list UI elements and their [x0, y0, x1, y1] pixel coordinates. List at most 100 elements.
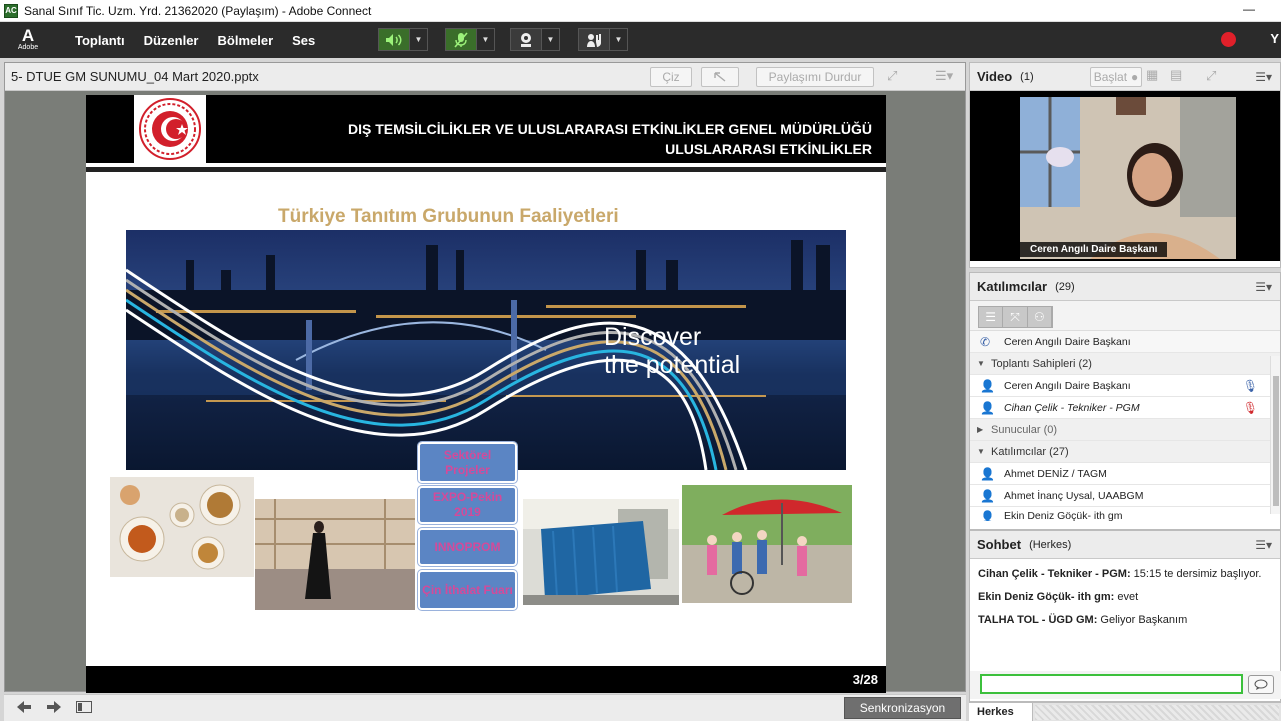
- turkish-delights-photo: [110, 477, 254, 577]
- webcam-button[interactable]: [510, 28, 542, 51]
- attendees-pod-menu-icon[interactable]: ☰▾: [1255, 280, 1272, 294]
- chat-text: evet: [1117, 591, 1139, 603]
- share-pod-header: 5- DTUE GM SUNUMU_04 Mart 2020.pptx Çiz …: [5, 63, 965, 91]
- attendees-scrollbar[interactable]: [1270, 356, 1280, 514]
- attendee-row[interactable]: 👤 Ekin Deniz Göçük- ith gm: [970, 507, 1280, 521]
- attendee-name: Ceren Angılı Daire Başkanı: [1004, 379, 1131, 392]
- section-presenters[interactable]: ▶ Sunucular (0): [970, 419, 1280, 441]
- arrow-right-icon: [47, 701, 61, 713]
- chat-messages: Cihan Çelik - Tekniker - PGM: 15:15 te d…: [970, 559, 1280, 663]
- ministry-emblem: [134, 95, 206, 163]
- attendees-pod: Katılımcılar (29) ☰▾ ☰ ⤧ ⚇ ✆ Ceren Angıl…: [969, 272, 1281, 530]
- video-pod-menu-icon[interactable]: ☰▾: [1255, 70, 1272, 84]
- raise-hand-dropdown[interactable]: ▼: [610, 28, 628, 51]
- attendee-row[interactable]: 👤 Ahmet İnanç Uysal, UAABGM: [970, 485, 1280, 507]
- pod-menu-icon[interactable]: ☰▾: [935, 68, 953, 84]
- next-slide-button[interactable]: [46, 700, 62, 718]
- section-participants[interactable]: ▼ Katılımcılar (27): [970, 441, 1280, 463]
- chat-input[interactable]: [980, 674, 1243, 694]
- chat-message: Ekin Deniz Göçük- ith gm: evet: [978, 590, 1272, 604]
- active-speaker-name: Ceren Angılı Daire Başkanı: [1004, 335, 1131, 348]
- slide-department-title: DIŞ TEMSİLCİLİKLER VE ULUSLARARASI ETKİN…: [348, 119, 872, 159]
- adobe-logo-text: Adobe: [17, 44, 39, 51]
- arrow-left-icon: [17, 701, 31, 713]
- attendee-row[interactable]: 👤 Ahmet DENİZ / TAGM: [970, 463, 1280, 485]
- raise-hand-button[interactable]: [578, 28, 610, 51]
- chat-message: TALHA TOL - ÜGD GM: Geliyor Başkanım: [978, 613, 1272, 627]
- chat-pod-header: Sohbet (Herkes) ☰▾: [970, 531, 1280, 559]
- filmstrip-view-icon[interactable]: ▤: [1170, 67, 1182, 83]
- attendee-name: Cihan Çelik - Tekniker - PGM: [1004, 401, 1140, 414]
- main-menubar: A Adobe Toplantı Düzenler Bölmeler Ses ▼…: [0, 22, 1281, 58]
- breakout-view-icon[interactable]: ⤧: [1003, 307, 1028, 327]
- istanbul-hero-image: Discover the potential: [126, 230, 846, 470]
- grid-view-icon[interactable]: ▦: [1146, 67, 1158, 83]
- minimize-button[interactable]: —: [1243, 2, 1255, 16]
- previous-slide-button[interactable]: [16, 700, 32, 718]
- presenter-webcam-feed: [1020, 97, 1236, 259]
- expand-triangle-icon: ▼: [977, 359, 985, 368]
- ministry-seal-icon: [139, 98, 201, 160]
- attendees-view-toolbar: ☰ ⤧ ⚇: [970, 301, 1280, 331]
- speaker-icon: [386, 33, 402, 46]
- menu-duzenler[interactable]: Düzenler: [144, 33, 199, 48]
- presentation-slide: DIŞ TEMSİLCİLİKLER VE ULUSLARARASI ETKİN…: [86, 95, 886, 693]
- collapse-triangle-icon: ▶: [977, 425, 984, 434]
- participant-user-icon: 👤: [980, 466, 995, 481]
- user-menu[interactable]: Y: [1270, 31, 1279, 46]
- attendee-row[interactable]: 👤 Ceren Angılı Daire Başkanı 🎙: [970, 375, 1280, 397]
- chat-pod-title: Sohbet: [977, 537, 1022, 552]
- food-photo: [110, 477, 254, 577]
- microphone-muted-icon: [454, 31, 468, 48]
- webcam-icon: [521, 32, 531, 47]
- draw-button[interactable]: Çiz: [650, 67, 692, 87]
- attendees-pod-title: Katılımcılar: [977, 279, 1048, 294]
- attendee-view-buttons: ☰ ⤧ ⚇: [978, 306, 1053, 328]
- video-pod-header: Video (1) Başlat ● ▦ ▤ ⤢ ☰▾: [970, 63, 1280, 91]
- sync-button[interactable]: Senkronizasyon: [844, 697, 961, 719]
- pointer-icon: [714, 72, 726, 82]
- host-user-icon: 👤: [980, 400, 995, 415]
- video-feed-area: Ceren Angılı Daire Başkanı: [970, 91, 1280, 261]
- stop-sharing-button[interactable]: Paylaşımı Durdur: [756, 67, 874, 87]
- video-fullscreen-icon[interactable]: ⤢: [1206, 68, 1216, 84]
- menu-toplanti[interactable]: Toplantı: [75, 33, 125, 48]
- video-pod-title: Video: [977, 69, 1013, 84]
- presenter-video: Ceren Angılı Daire Başkanı: [1020, 97, 1236, 259]
- slide-heading: Türkiye Tanıtım Grubunun Faaliyetleri: [278, 206, 619, 227]
- chat-sender: Ekin Deniz Göçük- ith gm:: [978, 591, 1115, 603]
- presenter-view-icon[interactable]: ⚇: [1028, 307, 1052, 327]
- webcam-dropdown[interactable]: ▼: [542, 28, 560, 51]
- microphone-button[interactable]: [445, 28, 477, 51]
- presenter-name-label: Ceren Angılı Daire Başkanı: [1020, 242, 1168, 257]
- section-hosts[interactable]: ▼ Toplantı Sahipleri (2): [970, 353, 1280, 375]
- speaker-dropdown[interactable]: ▼: [410, 28, 428, 51]
- street-event-umbrella-photo: [682, 485, 852, 603]
- microphone-toggle-group: ▼: [445, 28, 495, 51]
- microphone-dropdown[interactable]: ▼: [477, 28, 495, 51]
- video-pod: Video (1) Başlat ● ▦ ▤ ⤢ ☰▾ Ceren Angılı…: [969, 62, 1281, 268]
- attendee-row[interactable]: 👤 Cihan Çelik - Tekniker - PGM 🎙: [970, 397, 1280, 419]
- chat-sender: TALHA TOL - ÜGD GM:: [978, 614, 1098, 626]
- menu-bolmeler[interactable]: Bölmeler: [218, 33, 274, 48]
- list-view-icon[interactable]: ☰: [979, 307, 1004, 327]
- menu-ses[interactable]: Ses: [292, 33, 315, 48]
- section-hosts-label: Toplantı Sahipleri (2): [991, 357, 1092, 370]
- chat-tab-everyone[interactable]: Herkes: [969, 703, 1033, 721]
- chat-pod-audience: (Herkes): [1029, 538, 1072, 551]
- attendees-scrollbar-thumb[interactable]: [1273, 376, 1279, 506]
- chat-pod-menu-icon[interactable]: ☰▾: [1255, 538, 1272, 552]
- start-video-button[interactable]: Başlat ●: [1090, 67, 1142, 87]
- recording-indicator[interactable]: [1221, 32, 1236, 47]
- speech-bubble-icon: [1254, 679, 1268, 690]
- tag-innoprom: INNOPROM: [417, 527, 518, 567]
- attendee-name: Ekin Deniz Göçük- ith gm: [1004, 510, 1123, 521]
- raise-hand-icon: [587, 33, 601, 47]
- sidebar-toggle-button[interactable]: [76, 700, 92, 717]
- adobe-connect-app-icon: AC: [4, 3, 18, 18]
- speaker-button[interactable]: [378, 28, 410, 51]
- pointer-button[interactable]: [701, 67, 739, 87]
- window-title: Sanal Sınıf Tic. Uzm. Yrd. 21362020 (Pay…: [24, 3, 372, 18]
- chat-send-button[interactable]: [1248, 675, 1274, 694]
- fullscreen-icon[interactable]: ⤢: [887, 68, 897, 84]
